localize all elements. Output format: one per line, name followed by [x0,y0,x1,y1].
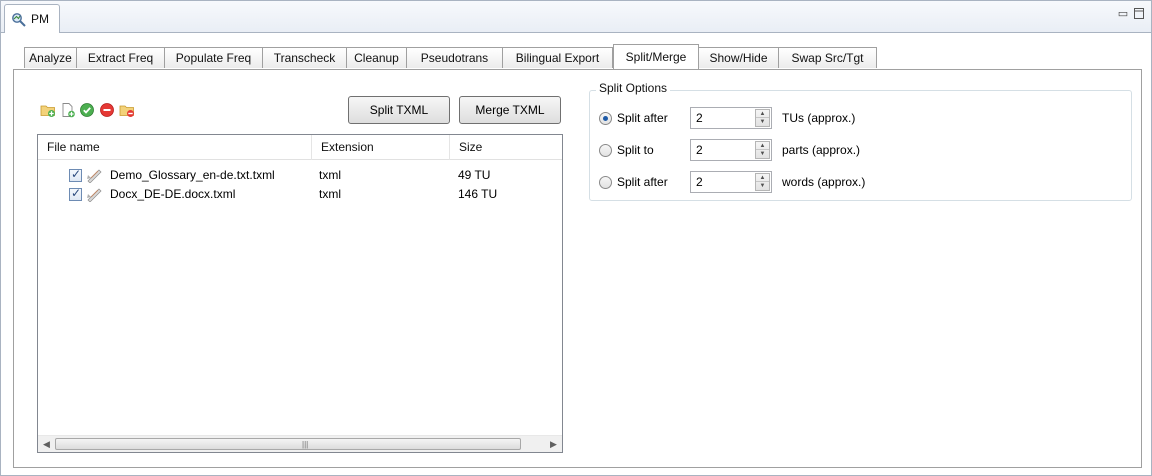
scrollbar-thumb[interactable]: ||| [55,438,521,450]
scroll-left-icon[interactable]: ◀ [38,436,55,453]
txml-file-icon [87,169,102,183]
tab-cleanup[interactable]: Cleanup [347,47,407,68]
parts-spinner[interactable]: 2 ▲ ▼ [690,139,772,161]
split-options-title: Split Options [596,81,671,95]
unit-label: parts (approx.) [782,143,861,157]
tab-analyze[interactable]: Analyze [24,47,77,68]
scroll-right-icon[interactable]: ▶ [545,436,562,453]
maximize-icon[interactable] [1133,8,1145,20]
radio-label: Split after [617,111,668,125]
radio-label: Split after [617,175,668,189]
tab-label: Extract Freq [87,51,154,65]
file-size: 49 TU [458,168,491,182]
spinner-buttons[interactable]: ▲ ▼ [755,109,770,127]
file-table: File name Extension Size Demo_Glossary_e… [37,134,563,453]
minimize-icon[interactable]: ▭ [1117,8,1129,20]
spin-down-icon[interactable]: ▼ [756,118,769,126]
txml-file-icon [87,188,102,202]
column-extension[interactable]: Extension [312,135,450,160]
column-size[interactable]: Size [450,135,562,160]
tab-transcheck[interactable]: Transcheck [263,47,347,68]
table-row[interactable]: Demo_Glossary_en-de.txt.txml txml 49 TU [38,166,562,185]
add-file-icon[interactable] [60,102,76,118]
file-extension: txml [319,168,341,182]
tab-label: Pseudotrans [420,51,489,65]
unit-label: TUs (approx.) [782,111,856,125]
unit-label: words (approx.) [782,175,866,189]
spinner-buttons[interactable]: ▲ ▼ [755,173,770,191]
merge-txml-button[interactable]: Merge TXML [459,96,561,124]
radio-split-to-parts[interactable] [599,144,612,157]
pm-view: PM ▭ Analyze Extract Freq Populate Freq … [0,0,1152,476]
spinner-value: 2 [696,143,703,157]
split-txml-button[interactable]: Split TXML [348,96,450,124]
spin-up-icon[interactable]: ▲ [756,142,769,150]
tus-spinner[interactable]: 2 ▲ ▼ [690,107,772,129]
pm-icon [12,12,26,27]
table-header: File name Extension Size [38,135,562,160]
spinner-buttons[interactable]: ▲ ▼ [755,141,770,159]
column-file-name[interactable]: File name [38,135,312,160]
radio-split-after-words[interactable] [599,176,612,189]
spin-down-icon[interactable]: ▼ [756,150,769,158]
tab-show-hide[interactable]: Show/Hide [699,47,779,68]
tab-swap-src-tgt[interactable]: Swap Src/Tgt [779,47,877,68]
tab-bilingual-export[interactable]: Bilingual Export [503,47,613,68]
tab-split-merge[interactable]: Split/Merge [613,44,699,69]
tab-label: Analyze [29,51,72,65]
tab-label: Swap Src/Tgt [791,51,864,65]
view-tab-pm[interactable]: PM [4,4,60,33]
tab-label: Bilingual Export [515,51,600,65]
file-name: Docx_DE-DE.docx.txml [110,187,236,201]
file-size: 146 TU [458,187,498,201]
remove-icon[interactable] [99,102,115,118]
spin-up-icon[interactable]: ▲ [756,110,769,118]
file-extension: txml [319,187,341,201]
tab-label: Show/Hide [709,51,768,65]
tab-pseudotrans[interactable]: Pseudotrans [407,47,503,68]
radio-split-after-tus[interactable] [599,112,612,125]
row-checkbox[interactable] [69,186,82,201]
tab-label: Transcheck [273,51,336,65]
spinner-value: 2 [696,175,703,189]
remove-folder-icon[interactable] [119,102,135,118]
check-all-icon[interactable] [79,102,95,118]
spin-up-icon[interactable]: ▲ [756,174,769,182]
add-folder-icon[interactable] [40,102,56,118]
tab-label: Populate Freq [175,51,252,65]
radio-label: Split to [617,143,654,157]
tab-label: Split/Merge [625,50,687,64]
tab-populate-freq[interactable]: Populate Freq [165,47,263,68]
tab-label: Cleanup [354,51,399,65]
row-checkbox[interactable] [69,167,82,182]
horizontal-scrollbar[interactable]: ◀ ||| ▶ [38,435,562,452]
table-row[interactable]: Docx_DE-DE.docx.txml txml 146 TU [38,185,562,204]
view-title: PM [31,12,49,26]
view-title-bar: PM ▭ [1,1,1151,33]
spin-down-icon[interactable]: ▼ [756,182,769,190]
file-name: Demo_Glossary_en-de.txt.txml [110,168,275,182]
grip-icon: ||| [302,440,309,449]
spinner-value: 2 [696,111,703,125]
words-spinner[interactable]: 2 ▲ ▼ [690,171,772,193]
tab-extract-freq[interactable]: Extract Freq [77,47,165,68]
